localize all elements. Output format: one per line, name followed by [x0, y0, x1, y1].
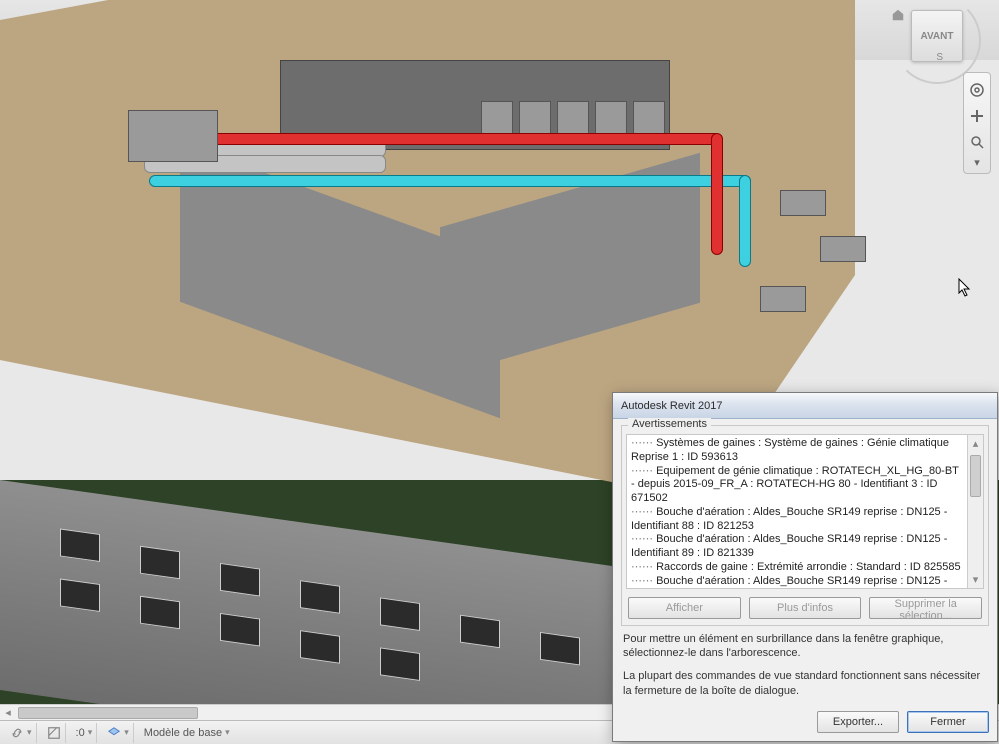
- warning-text: Bouche d'aération : Aldes_Bouche SR149 r…: [631, 575, 947, 588]
- warnings-dialog: Autodesk Revit 2017 Avertissements ⋯⋯ Sy…: [612, 392, 998, 742]
- viewcube-face-label: AVANT: [921, 31, 954, 42]
- model-base-label: Modèle de base: [144, 727, 222, 739]
- delete-selection-button[interactable]: Supprimer la sélection...: [869, 597, 982, 619]
- pan-icon[interactable]: [966, 105, 988, 127]
- help-text-2: La plupart des commandes de vue standard…: [613, 667, 997, 705]
- tree-connector-icon: ⋯⋯: [631, 506, 656, 518]
- warnings-tree[interactable]: ⋯⋯ Systèmes de gaines : Système de gaine…: [627, 435, 967, 588]
- help-text-1: Pour mettre un élément en surbrillance d…: [613, 630, 997, 668]
- more-info-button[interactable]: Plus d'infos: [749, 597, 862, 619]
- rooftop-unit: [128, 110, 218, 162]
- tree-connector-icon: ⋯⋯: [631, 561, 656, 573]
- status-clip-icon[interactable]: [43, 723, 66, 743]
- status-link-icon[interactable]: ▾: [6, 723, 37, 743]
- zoom-region-icon[interactable]: [966, 131, 988, 153]
- tree-connector-icon: ⋯⋯: [631, 533, 656, 545]
- status-scale[interactable]: :0 ▾: [72, 723, 98, 743]
- tree-connector-icon: ⋯⋯: [631, 437, 656, 449]
- warning-item[interactable]: ⋯⋯ Bouche d'aération : Aldes_Bouche SR14…: [631, 533, 963, 561]
- group-title: Avertissements: [628, 418, 711, 430]
- navigation-bar: ▾: [963, 72, 991, 174]
- warning-text: Bouche d'aération : Aldes_Bouche SR149 r…: [631, 533, 947, 559]
- scroll-left-icon[interactable]: ◂: [0, 705, 16, 721]
- warning-text: Equipement de génie climatique : ROTATEC…: [631, 465, 959, 505]
- warning-item[interactable]: ⋯⋯ Bouche d'aération : Aldes_Bouche SR14…: [631, 506, 963, 534]
- cursor-arrow-icon: [958, 278, 972, 298]
- dialog-titlebar[interactable]: Autodesk Revit 2017: [613, 393, 997, 419]
- duct-return: [150, 176, 750, 186]
- skylight: [820, 236, 866, 262]
- warning-text: Bouche d'aération : Aldes_Bouche SR149 r…: [631, 506, 947, 532]
- status-model-base[interactable]: Modèle de base ▾: [140, 723, 234, 743]
- tree-vertical-scrollbar[interactable]: ▴ ▾: [967, 435, 983, 588]
- navbar-expand-icon[interactable]: ▾: [966, 157, 988, 167]
- home-icon[interactable]: [891, 8, 905, 22]
- export-button[interactable]: Exporter...: [817, 711, 899, 733]
- chevron-down-icon: ▾: [27, 727, 32, 738]
- duct-return: [740, 176, 750, 266]
- viewcube-compass-s: S: [936, 52, 943, 63]
- show-button[interactable]: Afficher: [628, 597, 741, 619]
- warning-item[interactable]: ⋯⋯ Systèmes de gaines : Système de gaine…: [631, 437, 963, 465]
- scale-value: :0: [76, 727, 85, 739]
- scrollbar-thumb[interactable]: [18, 707, 198, 719]
- warning-item[interactable]: ⋯⋯ Raccords de gaine : Extrémité arrondi…: [631, 561, 963, 575]
- dialog-title: Autodesk Revit 2017: [621, 400, 723, 412]
- tree-connector-icon: ⋯⋯: [631, 575, 656, 587]
- skylight: [780, 190, 826, 216]
- skylight: [760, 286, 806, 312]
- scroll-up-icon[interactable]: ▴: [968, 435, 983, 451]
- warning-text: Systèmes de gaines : Système de gaines :…: [631, 437, 949, 463]
- duct-supply: [712, 134, 722, 254]
- tree-connector-icon: ⋯⋯: [631, 465, 656, 477]
- warning-item[interactable]: ⋯⋯ Bouche d'aération : Aldes_Bouche SR14…: [631, 575, 963, 588]
- close-button[interactable]: Fermer: [907, 711, 989, 733]
- warning-text: Raccords de gaine : Extrémité arrondie :…: [656, 561, 961, 573]
- scrollbar-thumb[interactable]: [970, 455, 981, 497]
- status-visual-style-icon[interactable]: ▾: [103, 723, 134, 743]
- scroll-down-icon[interactable]: ▾: [968, 572, 983, 588]
- steering-wheel-icon[interactable]: [966, 79, 988, 101]
- duct-supply: [150, 134, 720, 144]
- warning-item[interactable]: ⋯⋯ Equipement de génie climatique : ROTA…: [631, 465, 963, 506]
